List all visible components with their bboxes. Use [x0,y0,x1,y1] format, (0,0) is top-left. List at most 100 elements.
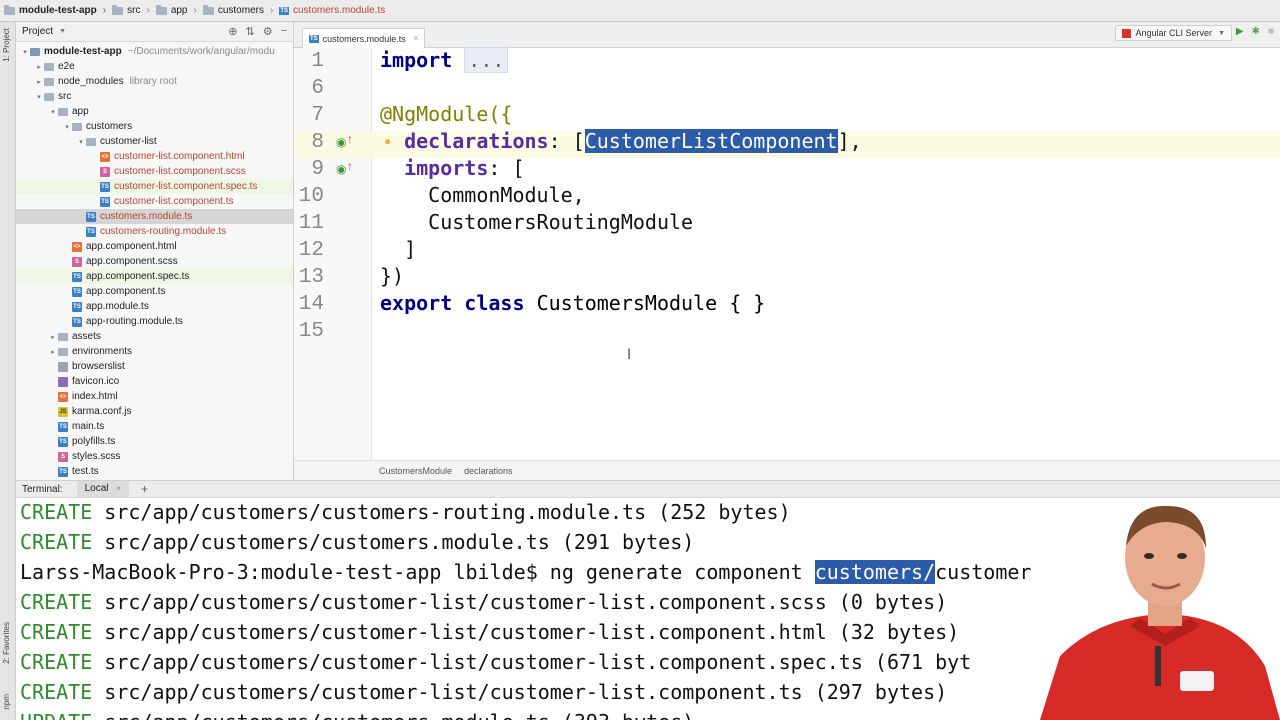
tree-item[interactable]: ▸ environments [16,344,293,359]
terminal-line-text: src/app/customers/customers.module.ts (2… [92,530,695,554]
line-number: 8 [311,131,324,154]
typescript-icon: TS [72,271,82,282]
nav-crumb-project[interactable]: module-test-app › [4,4,106,16]
gear-icon[interactable]: ⚙ [263,25,273,38]
hide-icon[interactable]: − [281,25,287,38]
tree-item[interactable]: TS customers-routing.module.ts [16,224,293,239]
implemented-icon[interactable]: ◉ [336,162,346,176]
folder-icon [72,122,82,131]
identifier: CommonModule, [428,183,585,207]
nav-crumb-label: customers [217,5,264,16]
tree-item[interactable]: ▾ src [16,89,293,104]
breadcrumb-item[interactable]: declarations [464,466,513,476]
implemented-icon[interactable]: ◉ [336,135,346,149]
project-tree: ▾ module-test-app ~/Documents/work/angular… [16,42,293,479]
npm-tool-button[interactable]: npm [2,694,11,710]
nav-project-label: module-test-app [19,5,97,16]
tree-item[interactable]: Scustomer-list.component.scss [16,164,293,179]
tree-item[interactable]: ▸ e2e [16,59,293,74]
favorites-tool-button[interactable]: 2: Favorites [2,622,11,664]
tree-item[interactable]: JS karma.conf.js [16,404,293,419]
chevron-down-icon[interactable]: ▾ [48,108,58,116]
folder-icon [112,4,124,15]
override-arrow-icon[interactable]: ↑ [347,132,353,146]
folded-imports[interactable]: ... [464,47,509,73]
terminal-line-text: src/app/customers/customer-list/customer… [92,620,960,644]
run-configuration-select[interactable]: Angular CLI Server ▼ [1114,25,1232,41]
tree-item[interactable]: TS app.component.spec.ts [16,269,293,284]
tree-item-label: environments [72,346,133,357]
terminal-selection: customers/ [814,560,936,584]
line-number: 15 [298,320,324,343]
tree-item[interactable]: TS app-routing.module.ts [16,314,293,329]
nav-crumb-file[interactable]: TS customers.module.ts [279,5,385,16]
chevron-down-icon[interactable]: ▾ [34,93,44,101]
folder-icon [44,92,54,101]
breadcrumb-item[interactable]: CustomersModule [379,466,452,476]
keyword: class [464,291,525,315]
line-number: 6 [311,77,324,100]
tab-customers-module[interactable]: TS customers.module.ts × [302,28,426,48]
terminal-line-prefix: CREATE [20,650,93,674]
code-breadcrumb: CustomersModule declarations [294,460,1280,480]
override-arrow-icon[interactable]: ↑ [347,159,353,173]
tree-item[interactable]: browserslist [16,359,293,374]
collapse-all-icon[interactable]: ⇅ [245,25,254,38]
locate-icon[interactable]: ⊕ [228,25,237,38]
chevron-down-icon[interactable]: ▾ [62,123,72,131]
tree-item[interactable]: TS customer-list.component.spec.ts [16,179,293,194]
tree-item[interactable]: TS customer-list.component.ts [16,194,293,209]
project-view-selector[interactable]: Project [22,26,53,37]
tree-item[interactable]: ▾ customers [16,119,293,134]
tree-item[interactable]: ▾ module-test-app ~/Documents/work/angular… [16,44,293,59]
tree-item[interactable]: TS main.ts [16,419,293,434]
nav-crumb-src[interactable]: src › [112,4,150,16]
tree-item[interactable]: Sstyles.scss [16,449,293,464]
terminal-tab-local[interactable]: Local × [76,481,130,497]
typescript-icon: TS [58,466,68,477]
tree-item[interactable]: <> app.component.html [16,239,293,254]
keyword: export [380,291,453,315]
stop-icon[interactable]: ■ [1268,26,1274,37]
tree-item[interactable]: Sapp.component.scss [16,254,293,269]
terminal-line-text: src/app/customers/customers-routing.modu… [92,500,791,524]
tree-item[interactable]: ▾ app [16,104,293,119]
line-number: 9 [311,158,324,181]
tree-item-label: customers [86,121,133,132]
chevron-right-icon[interactable]: ▸ [48,333,58,341]
chevron-right-icon: › [193,5,197,16]
typescript-icon: TS [100,196,110,207]
chevron-down-icon[interactable]: ▾ [20,48,30,56]
close-icon[interactable]: × [116,481,121,497]
terminal-line-prefix: CREATE [20,680,93,704]
tree-item[interactable]: favicon.ico [16,374,293,389]
close-icon[interactable]: × [414,34,419,43]
add-terminal-icon[interactable]: + [141,482,148,496]
tree-item[interactable]: TS test.ts [16,464,293,479]
code-line-11: CustomersRoutingModule [380,210,693,234]
tree-item[interactable]: ▾ customer-list [16,134,293,149]
chevron-down-icon[interactable]: ▾ [76,138,86,146]
tree-item-label: src [58,91,72,102]
chevron-right-icon[interactable]: ▸ [34,78,44,86]
nav-crumb-customers[interactable]: customers › [202,4,273,16]
run-icon[interactable]: ▶ [1236,26,1244,37]
tree-item[interactable]: <> index.html [16,389,293,404]
chevron-right-icon[interactable]: ▸ [34,63,44,71]
project-tool-button[interactable]: 1: Project [2,28,11,62]
tree-item[interactable]: TS app.module.ts [16,299,293,314]
typescript-icon: TS [100,181,110,192]
typescript-icon: TS [72,286,82,297]
tree-item[interactable]: ▸ node_modules library root [16,74,293,89]
tree-item-label: index.html [72,391,118,402]
chevron-right-icon[interactable]: ▸ [48,348,58,356]
tree-item[interactable]: ▸ assets [16,329,293,344]
chevron-down-icon[interactable]: ▼ [59,28,66,35]
debug-icon[interactable]: ✱ [1252,26,1260,37]
tree-item[interactable]: TS app.component.ts [16,284,293,299]
tree-item[interactable]: TS polyfills.ts [16,434,293,449]
tree-item-label: main.ts [72,421,105,432]
tree-item[interactable]: TS customers.module.ts [16,209,293,224]
nav-crumb-app[interactable]: app › [155,4,197,16]
tree-item[interactable]: <> customer-list.component.html [16,149,293,164]
